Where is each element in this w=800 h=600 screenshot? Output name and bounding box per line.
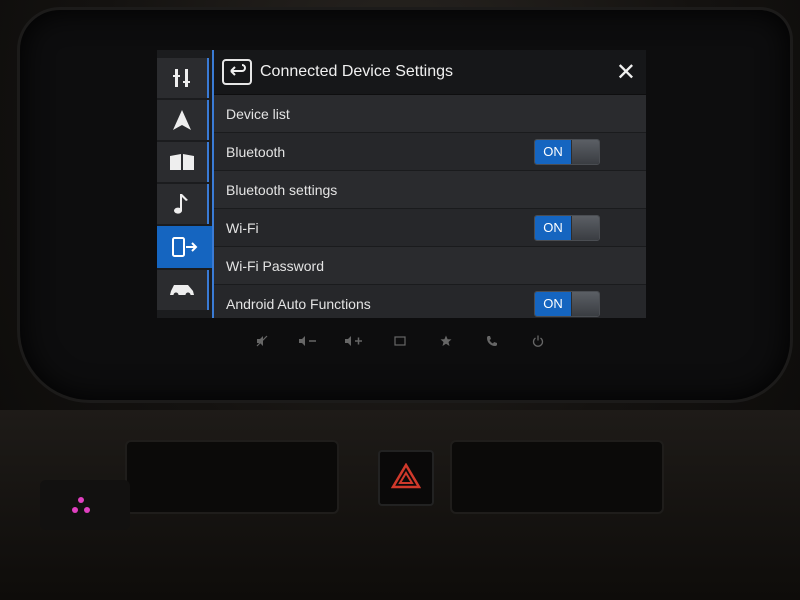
list-item-wifi-password[interactable]: Wi-Fi Password	[214, 247, 646, 285]
phone-icon[interactable]	[480, 335, 504, 350]
connected-device-icon	[171, 236, 199, 258]
sidebar-item-map[interactable]	[157, 142, 209, 182]
toggle-knob	[571, 139, 599, 164]
list-item-label: Bluetooth	[226, 143, 286, 160]
pink-dots-icon	[70, 496, 92, 520]
sidebar-item-navigation[interactable]	[157, 100, 209, 140]
toggle-state: ON	[535, 291, 571, 316]
list-item-wifi: Wi-Fi ON	[214, 209, 646, 247]
list-item-label: Bluetooth settings	[226, 181, 338, 198]
sidebar-item-media[interactable]	[157, 184, 209, 224]
navigation-icon	[172, 109, 192, 131]
list-item-bluetooth-settings[interactable]: Bluetooth settings	[214, 171, 646, 209]
car-icon	[168, 282, 196, 298]
back-arrow-icon	[228, 63, 246, 82]
tools-icon	[171, 67, 193, 89]
list-item-label: Wi-Fi Password	[226, 257, 325, 274]
toggle-state: ON	[535, 215, 571, 240]
close-button[interactable]: ✕	[616, 60, 636, 84]
toggle-knob	[571, 291, 599, 316]
page-title: Connected Device Settings	[260, 63, 453, 80]
toggle-state: ON	[535, 139, 571, 164]
wifi-toggle[interactable]: ON	[534, 214, 600, 241]
favorite-icon[interactable]	[434, 335, 458, 350]
list-item-label: Android Auto Functions	[226, 295, 371, 312]
map-book-icon	[169, 153, 195, 171]
list-item-device-list[interactable]: Device list	[214, 95, 646, 133]
hazard-icon	[390, 462, 422, 493]
sidebar-item-settings[interactable]	[157, 58, 209, 98]
close-icon: ✕	[615, 58, 636, 86]
mute-icon[interactable]	[250, 335, 274, 350]
hardware-button-strip	[250, 330, 550, 354]
list-item-bluetooth: Bluetooth ON	[214, 133, 646, 171]
sidebar-item-vehicle[interactable]	[157, 270, 209, 310]
power-icon[interactable]	[526, 335, 550, 350]
list-item-label: Device list	[226, 105, 290, 122]
android-auto-toggle[interactable]: ON	[534, 290, 600, 317]
infotainment-screen: Connected Device Settings ✕ Device list …	[157, 50, 646, 318]
list-item-android-auto: Android Auto Functions ON	[214, 285, 646, 318]
sidebar	[157, 58, 215, 318]
panel-header: Connected Device Settings ✕	[214, 50, 646, 95]
toggle-knob	[571, 215, 599, 240]
volume-down-icon[interactable]	[296, 335, 320, 350]
hazard-button[interactable]	[378, 450, 434, 506]
air-vent-left	[125, 440, 339, 514]
sidebar-item-connected-devices[interactable]	[157, 226, 215, 268]
back-button[interactable]	[222, 59, 252, 85]
air-vent-right	[450, 440, 664, 514]
volume-up-icon[interactable]	[342, 335, 366, 350]
settings-panel: Connected Device Settings ✕ Device list …	[212, 50, 646, 318]
screen-icon[interactable]	[388, 335, 412, 349]
bluetooth-toggle[interactable]: ON	[534, 138, 600, 165]
list-item-label: Wi-Fi	[226, 219, 259, 236]
music-note-icon	[174, 193, 190, 215]
